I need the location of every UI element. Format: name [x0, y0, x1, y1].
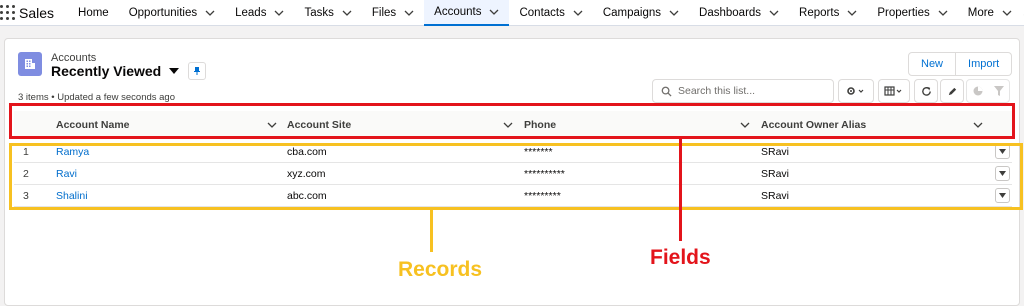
- fields-pointer-line: [679, 137, 682, 241]
- chart-icon: [973, 86, 983, 96]
- refresh-icon: [921, 86, 931, 96]
- nav-tab-campaigns[interactable]: Campaigns: [593, 0, 689, 26]
- records-annotation-label: Records: [398, 258, 483, 281]
- nav-tab-more[interactable]: More: [958, 0, 1022, 26]
- list-view-title: Recently Viewed: [51, 63, 162, 79]
- caret-down-icon: [169, 68, 180, 74]
- nav-tab-label: Tasks: [304, 6, 334, 19]
- fields-highlight-box: [9, 103, 1015, 139]
- app-name: Sales: [19, 4, 55, 21]
- search-box[interactable]: [652, 79, 834, 103]
- app-launcher-icon[interactable]: [0, 0, 15, 26]
- nav-tab-dashboards[interactable]: Dashboards: [689, 0, 789, 26]
- refresh-button[interactable]: [914, 79, 938, 103]
- filter-icon: [994, 86, 1004, 96]
- fields-annotation-label: Fields: [650, 246, 711, 269]
- nav-tab-label: Accounts: [434, 5, 482, 18]
- chevron-down-icon[interactable]: [404, 10, 414, 16]
- nav-tab-label: Opportunities: [128, 6, 198, 19]
- list-status: 3 items • Updated a few seconds ago: [18, 92, 176, 103]
- nav-tab-label: Reports: [799, 6, 840, 19]
- chevron-down-icon[interactable]: [489, 9, 499, 15]
- chevron-down-icon[interactable]: [205, 10, 215, 16]
- nav-tab-label: Properties: [877, 6, 930, 19]
- inline-edit-button[interactable]: [940, 79, 964, 103]
- chevron-down-icon[interactable]: [573, 10, 583, 16]
- pin-button[interactable]: [188, 62, 206, 80]
- nav-tab-accounts[interactable]: Accounts: [424, 0, 510, 26]
- nav-tab-reports[interactable]: Reports: [789, 0, 867, 26]
- pin-icon: [194, 67, 200, 75]
- search-icon: [661, 86, 672, 97]
- nav-tab-label: Contacts: [519, 6, 565, 19]
- chevron-down-icon[interactable]: [274, 10, 284, 16]
- display-as-button[interactable]: [878, 79, 910, 103]
- nav-tab-label: Home: [78, 6, 109, 19]
- records-highlight-box: [9, 143, 1023, 210]
- nav-tab-label: Campaigns: [602, 6, 662, 19]
- nav-tab-label: Files: [371, 6, 397, 19]
- nav-tab-files[interactable]: Files: [362, 0, 424, 26]
- nav-tab-home[interactable]: Home: [68, 0, 119, 26]
- nav-tab-opportunities[interactable]: Opportunities: [119, 0, 225, 26]
- list-settings-button[interactable]: [838, 79, 874, 103]
- chevron-down-icon[interactable]: [769, 10, 779, 16]
- chevron-down-icon[interactable]: [847, 10, 857, 16]
- chart-filter-group: [966, 79, 1010, 103]
- top-navigation-bar: Sales Home Opportunities Leads Tasks Files Ac…: [0, 0, 1024, 26]
- search-input[interactable]: [678, 85, 818, 97]
- nav-tab-contacts[interactable]: Contacts: [509, 0, 592, 26]
- nav-tab-label: Leads: [235, 6, 267, 19]
- import-button[interactable]: Import: [956, 52, 1013, 76]
- nav-tab-label: More: [967, 6, 994, 19]
- chevron-down-icon[interactable]: [1002, 10, 1012, 16]
- nav-tab-properties[interactable]: Properties: [867, 0, 957, 26]
- gear-icon: [847, 87, 864, 95]
- chevron-down-icon[interactable]: [342, 10, 352, 16]
- list-view-selector[interactable]: Recently Viewed: [51, 63, 180, 79]
- records-pointer-line: [430, 210, 433, 252]
- table-icon: [884, 86, 902, 96]
- nav-tab-label: Dashboards: [699, 6, 762, 19]
- nav-tab-tasks[interactable]: Tasks: [294, 0, 361, 26]
- new-button[interactable]: New: [908, 52, 957, 76]
- chevron-down-icon[interactable]: [938, 10, 948, 16]
- nav-tab-leads[interactable]: Leads: [225, 0, 294, 26]
- pencil-icon: [948, 87, 956, 95]
- accounts-object-icon: [18, 52, 42, 76]
- chevron-down-icon[interactable]: [669, 10, 679, 16]
- action-button-group: New Import: [908, 52, 1013, 76]
